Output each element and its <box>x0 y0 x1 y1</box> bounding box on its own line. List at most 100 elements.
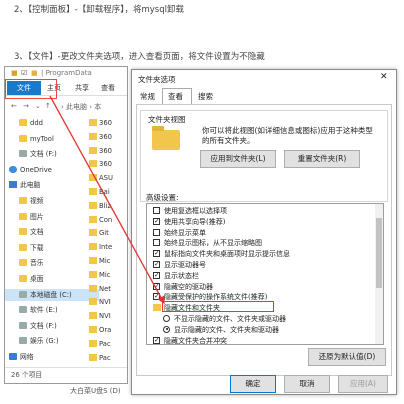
tab-general[interactable]: 常规 <box>140 91 155 102</box>
tab-view[interactable]: 查看 <box>168 91 183 102</box>
list-item[interactable]: 360 <box>89 131 112 143</box>
list-item[interactable]: 360 <box>89 158 112 170</box>
checkbox-checked-icon[interactable] <box>153 259 160 270</box>
tree-item[interactable]: 文档 <box>5 226 99 238</box>
list-item-label: 360 <box>99 160 112 169</box>
tree-item[interactable]: 本地磁盘 (C:) <box>5 288 99 301</box>
address-bar[interactable]: › 此电脑 › 本 <box>61 102 101 112</box>
folder-icon <box>152 126 180 150</box>
radio-selected-icon[interactable] <box>163 325 170 333</box>
reset-folders-button[interactable]: 重置文件夹(R) <box>284 150 360 168</box>
cancel-button[interactable]: 取消 <box>284 375 330 393</box>
tree-item[interactable]: 图片 <box>5 211 99 223</box>
folder-icon <box>89 174 97 182</box>
drive-label-text: 大白菜U盘S (D) <box>70 387 121 395</box>
list-item[interactable]: Net <box>89 283 111 295</box>
restore-defaults-button[interactable]: 还原为默认值(D) <box>308 348 386 366</box>
advanced-settings-list[interactable]: 使用复选框以选择项使用共享向导(推荐) 始终显示菜单始终显示图标，从不显示缩略图鼠… <box>146 203 384 345</box>
advanced-setting[interactable]: 显示状态栏 <box>153 270 199 282</box>
advanced-setting[interactable]: 始终显示菜单 <box>153 228 206 239</box>
tree-item[interactable]: 文档 (F:) <box>5 148 99 160</box>
advanced-setting[interactable]: 显示隐藏的文件、文件夹和驱动器 <box>163 325 279 336</box>
checkbox-icon[interactable] <box>153 207 160 214</box>
ok-button[interactable]: 确定 <box>230 375 276 393</box>
apply-button[interactable]: 应用(A) <box>338 375 388 393</box>
tree-item[interactable]: 视频 <box>5 195 99 207</box>
checkbox-checked-icon[interactable] <box>153 216 160 227</box>
advanced-setting[interactable]: 不显示隐藏的文件、文件夹或驱动器 <box>163 314 286 325</box>
checkbox-checked-icon[interactable] <box>153 335 160 344</box>
drive-icon <box>19 150 27 158</box>
chevron-down-icon[interactable]: ⌄ <box>35 102 41 110</box>
close-icon[interactable]: ✕ <box>380 72 388 82</box>
list-item[interactable]: Git <box>89 227 109 239</box>
list-item[interactable]: Mic <box>89 255 111 267</box>
advanced-setting[interactable]: 使用共享向导(推荐) <box>153 216 226 228</box>
list-item[interactable]: Bliz <box>89 200 111 212</box>
tree-item-label: 网络 <box>20 353 34 361</box>
back-icon[interactable]: ← <box>11 102 17 110</box>
list-item-label: Inte <box>99 243 113 252</box>
tree-item[interactable]: 网络 <box>5 351 89 363</box>
tree-item[interactable]: 软件 (E:) <box>5 304 99 316</box>
checkmark-icon[interactable]: ☑ <box>21 69 27 77</box>
folder-icon <box>89 132 97 140</box>
up-icon[interactable]: ↑ <box>45 102 51 110</box>
forward-icon[interactable]: → <box>23 102 29 110</box>
advanced-setting[interactable]: 使用复选框以选择项 <box>153 206 227 217</box>
list-item[interactable]: Ora <box>89 324 111 336</box>
folder-icon <box>19 197 27 204</box>
advanced-setting-label: 使用共享向导(推荐) <box>164 217 226 226</box>
tree-item-label: 桌面 <box>30 275 44 283</box>
tree-item[interactable]: 此电脑 <box>5 179 89 191</box>
tree-item[interactable]: 音乐 <box>5 257 99 269</box>
tree-item[interactable]: myTool <box>5 133 99 145</box>
list-item[interactable]: 360 <box>89 145 112 157</box>
list-item-label: Mic <box>99 257 111 265</box>
list-item[interactable]: Mic <box>89 269 111 281</box>
tree-item-label: 软件 (E:) <box>30 306 58 315</box>
tab-search[interactable]: 搜索 <box>198 91 213 102</box>
folder-icon <box>19 228 27 236</box>
list-item-label: Con <box>99 215 113 224</box>
list-item[interactable]: Con <box>89 214 112 226</box>
list-item[interactable]: Bai <box>89 186 110 198</box>
checkbox-checked-icon[interactable] <box>153 291 160 302</box>
tree-item-label: 娱乐 (G:) <box>30 337 59 346</box>
checkbox-checked-icon[interactable] <box>153 270 160 281</box>
list-item-label: Ora <box>99 326 112 334</box>
tree-item-label: myTool <box>30 134 54 143</box>
tree-item-label: 文档 (F:) <box>30 150 57 159</box>
tree-item[interactable]: 娱乐 (G:) <box>5 335 99 347</box>
list-item[interactable]: NVI <box>89 296 111 308</box>
tree-item[interactable]: 下载 <box>5 242 99 254</box>
checkbox-checked-icon[interactable] <box>153 281 160 292</box>
radio-icon[interactable] <box>163 315 170 322</box>
scrollbar-thumb[interactable] <box>376 218 382 288</box>
list-item[interactable]: NVI <box>89 310 111 322</box>
tab-view[interactable]: 查看 <box>101 83 115 93</box>
dialog-title: 文件夹选项 <box>138 75 176 84</box>
quick-access-icon[interactable]: ■ <box>11 69 18 77</box>
list-item-label: NVI <box>99 298 111 307</box>
advanced-setting[interactable]: 隐藏文件夹合并冲突 <box>153 335 227 344</box>
list-item[interactable]: Pac <box>89 352 111 364</box>
list-item[interactable]: Inte <box>89 241 112 253</box>
tab-share[interactable]: 共享 <box>75 83 89 93</box>
list-item[interactable]: Pac <box>89 338 111 350</box>
checkbox-checked-icon[interactable] <box>153 248 160 259</box>
advanced-setting[interactable]: 始终显示图标，从不显示缩略图 <box>153 238 262 249</box>
tree-item[interactable]: ddd <box>5 117 99 129</box>
checkbox-icon[interactable] <box>153 228 160 236</box>
advanced-setting[interactable]: 隐藏空的驱动器 <box>153 281 213 293</box>
advanced-setting[interactable]: 鼠标指向文件夹和桌面项时显示提示信息 <box>153 248 290 260</box>
checkbox-icon[interactable] <box>153 239 160 247</box>
tree-item[interactable]: 桌面 <box>5 273 99 285</box>
tree-item[interactable]: OneDrive <box>5 164 89 176</box>
tree-item[interactable]: 文档 (F:) <box>5 320 99 332</box>
file-explorer-window: ■ ☑ ■ | ProgramData 文件 主页 共享 查看 ← → ⌄ ↑ … <box>4 66 128 384</box>
list-item[interactable]: ASU <box>89 172 113 184</box>
list-item[interactable]: 360 <box>89 117 112 129</box>
advanced-setting[interactable]: 显示驱动器号 <box>153 259 206 271</box>
apply-to-folders-button[interactable]: 应用到文件夹(L) <box>200 150 276 168</box>
